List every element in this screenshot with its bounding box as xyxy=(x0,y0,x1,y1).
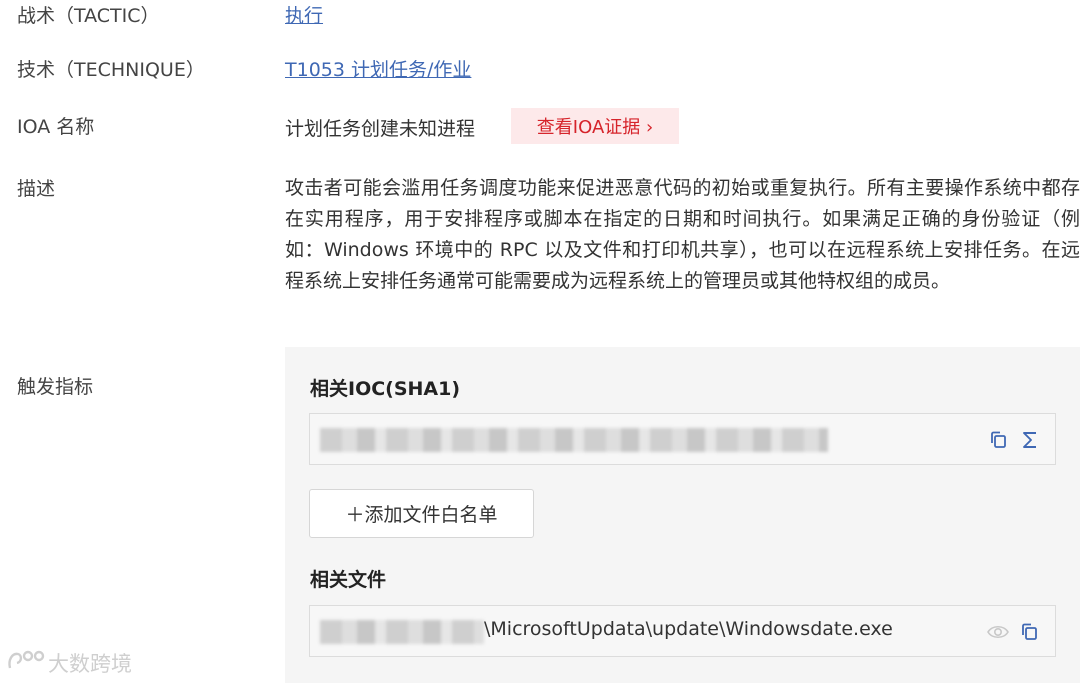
related-file-field: \MicrosoftUpdata\update\Windowsdate.exe xyxy=(309,605,1056,657)
indicators-label: 触发指标 xyxy=(17,376,94,398)
tactic-link[interactable]: 执行 xyxy=(285,1,323,28)
description-label: 描述 xyxy=(17,178,56,200)
technique-label: 技术（TECHNIQUE） xyxy=(17,59,205,81)
add-file-whitelist-button[interactable]: ＋添加文件白名单 xyxy=(309,489,534,538)
indicators-panel: 相关IOC(SHA1) ＋添加文件白名单 相关文件 \MicrosoftUpda… xyxy=(285,347,1080,683)
tactic-label: 战术（TACTIC） xyxy=(17,5,160,27)
description-text: 攻击者可能会滥用任务调度功能来促进恶意代码的初始或重复执行。所有主要操作系统中都… xyxy=(285,177,1080,292)
ioc-section-title: 相关IOC(SHA1) xyxy=(310,378,461,400)
technique-link[interactable]: T1053 计划任务/作业 xyxy=(285,55,471,82)
files-section-title: 相关文件 xyxy=(310,569,387,591)
copy-icon[interactable] xyxy=(1019,621,1041,643)
file-path-text: \MicrosoftUpdata\update\Windowsdate.exe xyxy=(484,618,893,640)
watermark-logo-icon xyxy=(6,648,48,679)
ioa-name-label: IOA 名称 xyxy=(17,116,95,138)
redacted-path-prefix xyxy=(320,620,484,644)
watermark: 大数跨境 xyxy=(6,647,132,679)
ioa-name-value: 计划任务创建未知进程 xyxy=(285,118,476,140)
watermark-text: 大数跨境 xyxy=(48,652,132,676)
eye-icon[interactable] xyxy=(986,621,1009,643)
ioc-sha1-field xyxy=(309,413,1056,465)
sigma-icon[interactable] xyxy=(1019,429,1041,451)
view-ioa-evidence-button[interactable]: 查看IOA证据 › xyxy=(511,108,679,144)
redacted-hash xyxy=(320,428,828,452)
copy-icon[interactable] xyxy=(988,429,1010,451)
